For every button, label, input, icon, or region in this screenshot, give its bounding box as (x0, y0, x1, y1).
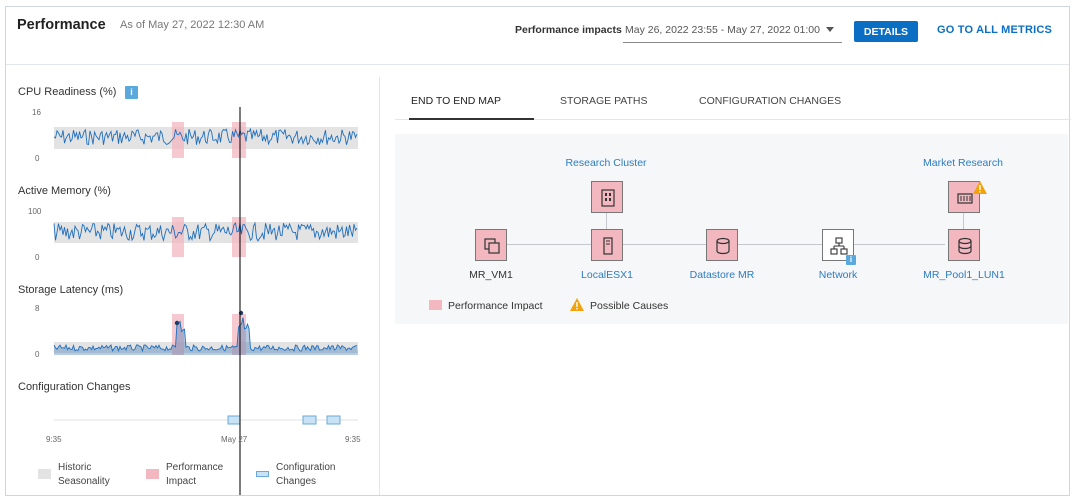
legend-impact-line2: Impact (166, 476, 197, 487)
node-label[interactable]: Network (778, 269, 898, 281)
legend-historic-line2: Seasonality (58, 476, 110, 487)
performance-panel: Performance As of May 27, 2022 12:30 AM … (5, 6, 1071, 496)
x-tick-label: 9:35 (46, 435, 62, 444)
end-to-end-map: Research Cluster Market Research i MR_VM… (395, 134, 1068, 324)
connector-line (963, 213, 964, 229)
warning-icon (570, 298, 584, 311)
metric-label-storage-latency: Storage Latency (ms) (18, 284, 124, 296)
x-tick-label: May 27 (221, 435, 248, 444)
top-node-label[interactable]: Market Research (903, 157, 1023, 169)
metric-label-active-memory: Active Memory (%) (18, 185, 111, 197)
config-change-marker (326, 415, 341, 425)
vm-node[interactable] (475, 229, 507, 261)
impact-band (232, 122, 246, 158)
connector-line (606, 213, 607, 229)
legend-swatch-impact (429, 300, 442, 310)
info-icon[interactable]: i (125, 86, 138, 99)
legend-performance-impact: Performance Impact (448, 300, 543, 312)
performance-impacts-label: Performance impacts (515, 24, 622, 36)
header: Performance As of May 27, 2022 12:30 AM … (6, 7, 1069, 65)
tick-label: 0 (35, 253, 40, 262)
datastore-icon (716, 237, 730, 255)
select-underline (623, 42, 842, 43)
legend-impact-line1: Performance (166, 462, 224, 473)
performance-impacts-select[interactable]: May 26, 2022 23:55 - May 27, 2022 01:00 (625, 24, 820, 36)
tick-label: 8 (35, 304, 40, 313)
legend-config-line1: Configuration (276, 462, 336, 473)
tab-end-to-end-map[interactable]: END TO END MAP (409, 95, 534, 120)
legend-swatch-impact (146, 469, 159, 479)
tick-label: 0 (35, 154, 40, 163)
tick-label: 0 (35, 350, 40, 359)
datastore-node[interactable] (706, 229, 738, 261)
node-label: MR_VM1 (469, 269, 513, 281)
warning-icon (973, 181, 987, 194)
page-title: Performance (17, 17, 106, 33)
legend-config-line2: Changes (276, 476, 317, 487)
tick-label: 100 (28, 207, 42, 216)
lun-icon (958, 237, 972, 255)
host-node[interactable] (591, 229, 623, 261)
vm-icon (484, 238, 500, 254)
legend-swatch-historic (38, 469, 51, 479)
details-button[interactable]: DETAILS (854, 21, 918, 42)
peak-marker (174, 320, 180, 326)
node-label[interactable]: MR_Pool1_LUN1 (904, 269, 1024, 281)
info-icon[interactable]: i (846, 255, 856, 265)
impact-band (172, 122, 184, 158)
node-label[interactable]: Datastore MR (662, 269, 782, 281)
tick-label: 16 (32, 108, 41, 117)
legend-historic-line1: Historic (58, 462, 92, 473)
tab-bar: END TO END MAP STORAGE PATHS CONFIGURATI… (395, 85, 1071, 120)
network-icon (830, 237, 848, 255)
metrics-panel: CPU Readiness (%) i 16 0 Active Memory (… (6, 77, 380, 495)
impact-band (172, 217, 184, 257)
tab-configuration-changes[interactable]: CONFIGURATION CHANGES (699, 95, 841, 120)
tab-storage-paths[interactable]: STORAGE PATHS (560, 95, 648, 120)
config-change-marker (302, 415, 317, 425)
legend-possible-causes: Possible Causes (590, 300, 669, 312)
node-label[interactable]: LocalESX1 (547, 269, 667, 281)
metric-label-cpu-readiness: CPU Readiness (%) (18, 86, 117, 98)
cluster-icon (601, 189, 615, 207)
as-of-timestamp: As of May 27, 2022 12:30 AM (120, 19, 265, 31)
legend-swatch-config (256, 471, 269, 477)
cluster-node[interactable] (591, 181, 623, 213)
chevron-down-icon[interactable] (826, 27, 834, 32)
impact-band (232, 217, 246, 257)
go-to-all-metrics-link[interactable]: GO TO ALL METRICS (937, 24, 1052, 36)
x-tick-label: 9:35 (345, 435, 361, 444)
config-changes-label: Configuration Changes (18, 381, 131, 393)
datacenter-icon (957, 193, 973, 204)
top-node-label[interactable]: Research Cluster (546, 157, 666, 169)
config-change-marker (227, 415, 241, 425)
lun-node[interactable] (948, 229, 980, 261)
host-icon (603, 237, 613, 255)
